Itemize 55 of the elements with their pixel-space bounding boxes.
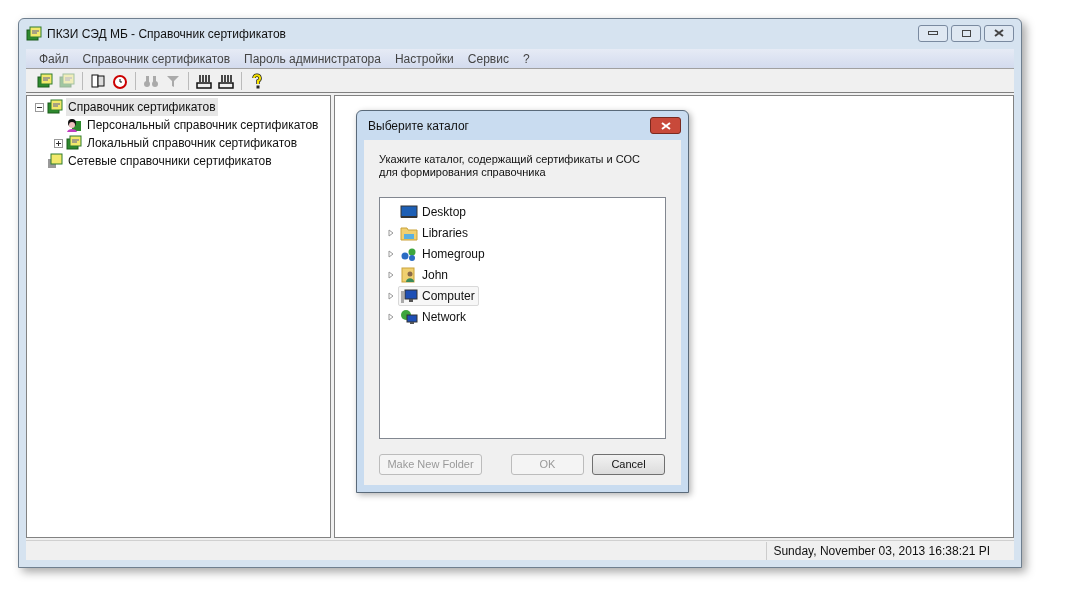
menu-item[interactable]: Настройки xyxy=(387,49,461,68)
folder-item[interactable]: John xyxy=(398,264,453,285)
expand-arrow-icon[interactable] xyxy=(388,312,394,321)
menu-item[interactable]: ? xyxy=(515,49,537,68)
close-icon xyxy=(994,29,1004,37)
tree-item[interactable]: Сетевые справочники сертификатов xyxy=(66,152,274,170)
folder-icon xyxy=(400,224,418,241)
book-icon xyxy=(90,72,106,89)
user-folder-icon xyxy=(400,266,418,283)
tray-icon xyxy=(218,72,234,89)
expand-arrow-icon[interactable] xyxy=(388,249,394,258)
dialog-title: Выберите каталог xyxy=(367,117,469,135)
close-button[interactable] xyxy=(650,117,681,134)
folder-item[interactable]: Computer xyxy=(398,285,479,306)
menu-item[interactable]: Файл xyxy=(32,49,76,68)
help-icon xyxy=(249,72,265,89)
expand-toggle[interactable] xyxy=(53,138,63,148)
toolbar-button[interactable] xyxy=(89,71,107,90)
folder-item[interactable]: Homegroup xyxy=(398,243,489,264)
close-icon xyxy=(660,121,671,130)
minimize-button[interactable] xyxy=(918,24,948,42)
expand-arrow-icon[interactable] xyxy=(388,270,394,279)
desktop-icon xyxy=(400,203,418,220)
folder-item[interactable]: Network xyxy=(398,306,470,327)
collapse-toggle[interactable] xyxy=(34,102,44,112)
tree-item[interactable]: Справочник сертификатов xyxy=(66,98,218,116)
certificate-folder-icon xyxy=(47,99,63,115)
computer-icon xyxy=(400,287,418,304)
certificate-folder-icon xyxy=(66,135,82,151)
certificate-icon xyxy=(59,72,75,89)
expand-arrow-icon[interactable] xyxy=(388,228,394,237)
menu-item[interactable]: Сервис xyxy=(460,49,516,68)
alarm-clock-icon xyxy=(112,72,128,89)
network-certificate-icon xyxy=(47,153,63,169)
status-datetime: Sunday, November 03, 2013 16:38:21 PI xyxy=(766,541,994,560)
plus-icon xyxy=(54,139,62,147)
menu-item[interactable]: Пароль администратора xyxy=(237,49,388,68)
tree-item[interactable]: Локальный справочник сертификатов xyxy=(85,134,300,152)
tray-icon xyxy=(196,72,212,89)
app-icon xyxy=(26,26,42,42)
toolbar-button[interactable] xyxy=(36,71,54,90)
folder-item[interactable]: Desktop xyxy=(398,201,471,222)
network-icon xyxy=(400,308,418,325)
prompt-text: Укажите каталог, содержащий сертификаты и СОС xyxy=(379,153,641,166)
certificate-icon xyxy=(37,72,53,89)
dialog-button[interactable]: Cancel xyxy=(592,454,665,475)
expand-arrow-icon[interactable] xyxy=(388,291,394,300)
maximize-button[interactable] xyxy=(951,24,981,42)
close-button[interactable] xyxy=(984,24,1014,42)
tree-item[interactable]: Персональный справочник сертификатов xyxy=(85,116,321,134)
person-certificate-icon xyxy=(66,117,82,133)
menu-item[interactable]: Справочник сертификатов xyxy=(75,49,238,68)
window-title: ПКЗИ СЭД МБ - Справочник сертификатов xyxy=(47,26,286,43)
prompt-text: для формирования справочника xyxy=(379,166,547,179)
folder-item[interactable]: Libraries xyxy=(398,222,473,243)
